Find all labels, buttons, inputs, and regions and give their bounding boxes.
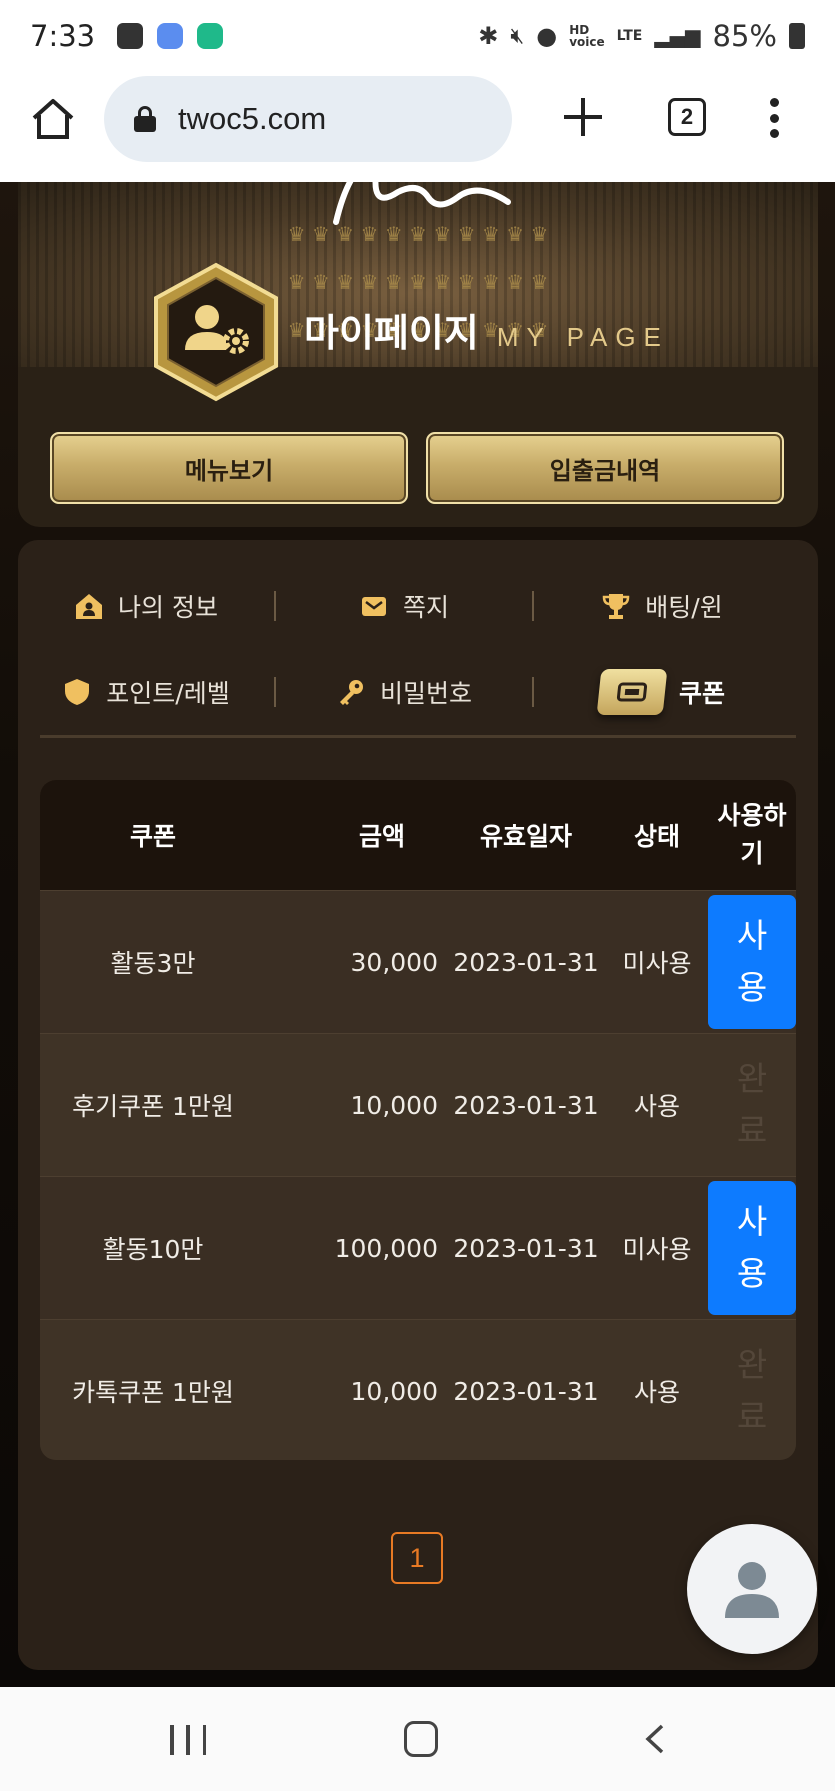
- coupon-amount: 100,000: [334, 1233, 438, 1263]
- page-title: 마이페이지 MY PAGE: [304, 302, 669, 357]
- coupon-expiry: 2023-01-31: [453, 1233, 599, 1263]
- key-icon: [339, 680, 363, 705]
- address-bar[interactable]: twoc5.com: [104, 76, 512, 162]
- column-header-expiry: 유효일자: [479, 822, 572, 851]
- table-row: 카톡쿠폰 1만원 10,000 2023-01-31 사용 완료: [40, 1319, 796, 1460]
- network-type: LTE: [616, 28, 643, 44]
- page-content: ♛ ♛ ♛ ♛ ♛ ♛ ♛ ♛ ♛ ♛ ♛ ♛ ♛ ♛ ♛ ♛ ♛ ♛ ♛ ♛ …: [0, 182, 835, 1687]
- column-header-status: 상태: [633, 822, 680, 851]
- home-button-icon[interactable]: [404, 1721, 438, 1757]
- table-row: 후기쿠폰 1만원 10,000 2023-01-31 사용 완료: [40, 1033, 796, 1176]
- pagination-page-1[interactable]: 1: [391, 1532, 443, 1584]
- coupon-status: 미사용: [622, 1235, 692, 1264]
- back-icon[interactable]: [640, 1723, 670, 1755]
- coupon-name: 후기쿠폰 1만원: [72, 1092, 234, 1121]
- location-icon: ●: [536, 22, 558, 50]
- tab-messages[interactable]: 쪽지: [276, 588, 532, 624]
- tab-switcher-button[interactable]: 2: [668, 98, 706, 136]
- table-header: 쿠폰 금액 유효일자 상태 사용하 기: [40, 780, 796, 890]
- coupon-name: 활동3만: [110, 949, 196, 978]
- coupon-expiry: 2023-01-31: [453, 947, 599, 977]
- browser-toolbar: twoc5.com 2: [0, 72, 835, 182]
- nav-underline: [40, 735, 796, 738]
- coupon-name: 활동10만: [102, 1235, 204, 1264]
- mypage-panel: 나의 정보 쪽지 배팅/윈 포인트/레벨 비밀번호 쿠폰 쿠폰 금액 유효일자 …: [18, 540, 818, 1670]
- tab-my-info[interactable]: 나의 정보: [18, 588, 274, 624]
- mypage-nav-row-2: 포인트/레벨 비밀번호 쿠폰: [18, 662, 818, 722]
- coupon-status: 미사용: [622, 949, 692, 978]
- more-menu-icon[interactable]: [768, 98, 780, 138]
- bluetooth-icon: ✱: [478, 22, 499, 50]
- coupon-expiry: 2023-01-31: [453, 1090, 599, 1120]
- tab-password[interactable]: 비밀번호: [276, 674, 532, 710]
- chat-avatar-button[interactable]: [687, 1524, 817, 1654]
- mail-icon: [361, 597, 386, 616]
- column-header-coupon: 쿠폰: [129, 822, 176, 851]
- system-navigation-bar: [0, 1687, 835, 1791]
- tab-betting-win[interactable]: 배팅/윈: [534, 588, 790, 624]
- url-text: twoc5.com: [178, 101, 327, 136]
- shield-icon: [65, 679, 90, 705]
- column-header-amount: 금액: [358, 822, 405, 851]
- status-bar: 7:33 ✱ 🔇︎ ● HD voice LTE ▂▄▆ 85%: [0, 0, 835, 72]
- user-settings-icon: [154, 262, 278, 402]
- recent-apps-icon[interactable]: [170, 1725, 206, 1755]
- coupon-name: 카톡쿠폰 1만원: [72, 1378, 234, 1407]
- coupon-expiry: 2023-01-31: [453, 1376, 599, 1406]
- battery-percent: 85%: [712, 19, 777, 53]
- coupon-amount: 10,000: [350, 1090, 438, 1120]
- lock-icon: [134, 106, 156, 132]
- new-tab-icon[interactable]: [562, 96, 604, 138]
- completed-label: 완료: [736, 1059, 768, 1150]
- page-title-korean: 마이페이지: [304, 311, 479, 355]
- user-icon: [725, 1562, 779, 1618]
- coupon-amount: 30,000: [350, 947, 438, 977]
- battery-icon: [789, 23, 805, 49]
- mypage-nav-row-1: 나의 정보 쪽지 배팅/윈: [18, 576, 818, 636]
- home-icon: [76, 594, 103, 619]
- mypage-header: ♛ ♛ ♛ ♛ ♛ ♛ ♛ ♛ ♛ ♛ ♛ ♛ ♛ ♛ ♛ ♛ ♛ ♛ ♛ ♛ …: [18, 182, 818, 527]
- app-notification-icon: [197, 23, 224, 49]
- table-row: 활동3만 30,000 2023-01-31 미사용 사용: [40, 890, 796, 1033]
- hd-voice-icon: HD voice: [569, 23, 605, 49]
- gallery-icon: [117, 23, 144, 49]
- trophy-icon: [603, 594, 630, 619]
- home-icon[interactable]: [30, 96, 76, 142]
- tab-coupon[interactable]: 쿠폰: [534, 669, 790, 715]
- coupon-status: 사용: [633, 1378, 680, 1407]
- status-time: 7:33: [30, 19, 96, 53]
- use-coupon-button[interactable]: 사용: [708, 895, 796, 1029]
- tab-points-level[interactable]: 포인트/레벨: [18, 674, 274, 710]
- mute-icon: 🔇︎: [510, 23, 525, 49]
- table-row: 활동10만 100,000 2023-01-31 미사용 사용: [40, 1176, 796, 1319]
- use-coupon-button[interactable]: 사용: [708, 1181, 796, 1315]
- brand-logo: [333, 182, 511, 225]
- coupon-status: 사용: [633, 1092, 680, 1121]
- page-title-english: MY PAGE: [496, 322, 669, 352]
- ticket-icon: [596, 669, 668, 715]
- menu-view-button[interactable]: 메뉴보기: [50, 432, 408, 504]
- completed-label: 완료: [736, 1345, 768, 1436]
- discord-icon: [157, 23, 184, 49]
- column-header-use: 사용하 기: [717, 801, 787, 868]
- transaction-history-button[interactable]: 입출금내역: [426, 432, 784, 504]
- coupon-amount: 10,000: [350, 1376, 438, 1406]
- coupon-table: 쿠폰 금액 유효일자 상태 사용하 기 활동3만 30,000 2023-01-…: [40, 780, 796, 1460]
- signal-icon: ▂▄▆: [654, 24, 701, 48]
